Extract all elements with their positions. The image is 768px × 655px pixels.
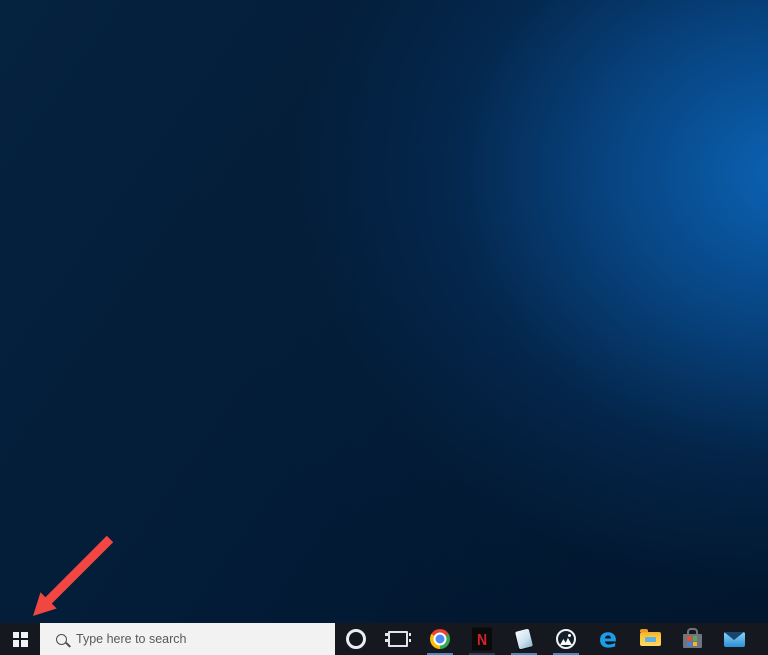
store-icon [682,628,702,648]
mail-icon [723,631,745,647]
taskbar-button-cortana[interactable] [336,623,376,655]
edge-icon: e [598,623,618,654]
windows-logo-icon [12,631,28,647]
taskbar-app-chrome[interactable] [420,623,460,655]
chrome-icon [430,629,450,649]
start-button[interactable] [0,623,40,655]
taskbar-app-edge[interactable]: e [588,623,628,655]
file-explorer-icon [639,629,661,646]
search-icon [56,633,67,645]
taskbar-app-notepad[interactable] [504,623,544,655]
notepad-icon [515,628,533,650]
taskbar-app-photos[interactable] [546,623,586,655]
taskbar: Type here to search Ne [0,623,768,655]
desktop-wallpaper[interactable] [0,0,768,623]
search-placeholder: Type here to search [76,632,187,646]
taskbar-app-mail[interactable] [714,623,754,655]
taskbar-app-store[interactable] [672,623,712,655]
taskbar-button-task-view[interactable] [378,623,418,655]
netflix-icon: N [472,627,492,651]
taskbar-app-file-explorer[interactable] [630,623,670,655]
taskbar-app-netflix[interactable]: N [462,623,502,655]
taskbar-items: Ne [336,623,754,655]
taskbar-search[interactable]: Type here to search [40,623,335,655]
photos-icon [556,629,576,649]
cortana-icon [346,629,366,649]
task-view-icon [385,631,411,647]
